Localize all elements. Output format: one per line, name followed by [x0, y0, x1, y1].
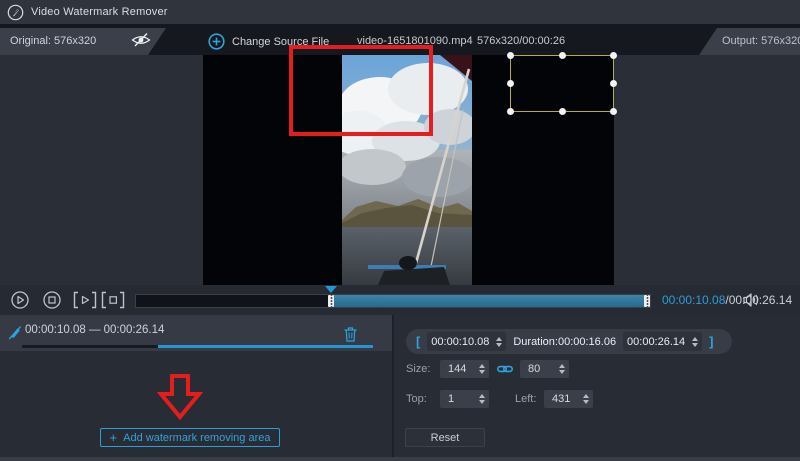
delete-segment-button[interactable] [344, 327, 357, 347]
time-display: 00:00:10.08 /00:00:26.14 [662, 285, 792, 315]
app-window: Video Watermark Remover Original: 576x32… [0, 0, 800, 461]
window-bottom-edge [0, 457, 800, 461]
spinner-up-icon[interactable] [479, 364, 485, 368]
titlebar: Video Watermark Remover [0, 0, 800, 24]
panel-divider [392, 315, 394, 461]
selection-handle[interactable] [559, 108, 566, 115]
left-spinner[interactable] [580, 394, 593, 404]
spinner-up-icon[interactable] [479, 394, 485, 398]
spinner-down-icon[interactable] [559, 370, 565, 374]
output-resolution-label: Output: 576x320 [722, 28, 800, 55]
spinner-up-icon[interactable] [496, 337, 502, 341]
selection-handle[interactable] [559, 52, 566, 59]
selection-handle[interactable] [507, 80, 514, 87]
size-height-field[interactable] [520, 360, 569, 378]
watermark-selection-box[interactable] [510, 55, 614, 112]
size-width-spinner[interactable] [476, 364, 489, 374]
top-label: Top: [406, 393, 440, 405]
watermark-pen-icon [8, 324, 22, 345]
volume-icon[interactable] [743, 292, 760, 313]
annotation-arrow-icon [152, 374, 208, 420]
size-height-input[interactable] [520, 361, 556, 378]
end-time-field[interactable] [623, 332, 702, 351]
segment-end-handle[interactable] [644, 295, 650, 307]
size-width-field[interactable] [440, 360, 489, 378]
playback-controls: 00:00:10.08 /00:00:26.14 [0, 285, 800, 315]
top-input[interactable] [440, 391, 476, 408]
original-resolution-label: Original: 576x320 [10, 28, 96, 55]
selection-handle[interactable] [610, 80, 617, 87]
app-title: Video Watermark Remover [31, 6, 168, 18]
current-time: 00:00:10.08 [662, 293, 725, 307]
play-button[interactable] [11, 291, 29, 314]
timeline-segment[interactable] [331, 295, 646, 307]
video-frame [342, 55, 472, 285]
add-watermark-area-label: Add watermark removing area [123, 432, 270, 444]
size-row: Size: [406, 360, 569, 378]
video-resolution-duration: 576x320/00:00:26 [477, 28, 565, 55]
left-field[interactable] [544, 390, 593, 408]
video-filename: video-1651801090.mp4 [357, 28, 473, 55]
app-logo-icon [7, 4, 24, 21]
segment-range-before [22, 345, 158, 348]
spinner-down-icon[interactable] [479, 400, 485, 404]
start-time-input[interactable] [427, 333, 493, 350]
spinner-down-icon[interactable] [692, 343, 698, 347]
spinner-down-icon[interactable] [496, 343, 502, 347]
position-row: Top: Left: [406, 390, 593, 408]
end-time-spinner[interactable] [689, 337, 702, 347]
duration-label: Duration:00:00:16.06 [513, 336, 616, 348]
spinner-up-icon[interactable] [692, 337, 698, 341]
plus-icon: + [110, 431, 118, 444]
segment-start-handle[interactable] [328, 295, 334, 307]
segment-time-range: 00:00:10.08 — 00:00:26.14 [25, 315, 164, 345]
selection-handle[interactable] [610, 52, 617, 59]
spinner-up-icon[interactable] [559, 364, 565, 368]
top-spinner[interactable] [476, 394, 489, 404]
segment-time-editor: [ Duration:00:00:16.06 ] [406, 329, 732, 354]
plus-circle-icon [208, 33, 225, 50]
segment-range-active [158, 345, 373, 348]
selection-handle[interactable] [507, 52, 514, 59]
top-field[interactable] [440, 390, 489, 408]
size-width-input[interactable] [440, 361, 476, 378]
link-dimensions-icon[interactable] [497, 364, 513, 374]
left-label: Left: [515, 393, 544, 405]
preview-play-button[interactable] [73, 291, 97, 314]
size-height-spinner[interactable] [556, 364, 569, 374]
timeline-track[interactable] [135, 294, 651, 308]
end-time-input[interactable] [623, 333, 689, 350]
start-time-field[interactable] [427, 332, 506, 351]
segment-start-bracket: [ [416, 334, 420, 349]
spinner-up-icon[interactable] [583, 394, 589, 398]
preview-stop-button[interactable] [101, 291, 125, 314]
selection-handle[interactable] [507, 108, 514, 115]
stop-button[interactable] [43, 291, 61, 314]
change-source-button[interactable]: Change Source File [208, 28, 329, 55]
spinner-down-icon[interactable] [479, 370, 485, 374]
playhead-marker[interactable] [325, 286, 337, 293]
add-watermark-area-button[interactable]: + Add watermark removing area [100, 428, 280, 447]
start-time-spinner[interactable] [493, 337, 506, 347]
eye-hidden-icon[interactable] [131, 32, 151, 48]
left-input[interactable] [544, 391, 580, 408]
segment-range-bar [22, 345, 373, 348]
reset-button[interactable]: Reset [405, 428, 485, 447]
bottom-panels: 00:00:10.08 — 00:00:26.14 + Add watermar [0, 315, 800, 461]
preview-area [0, 55, 800, 285]
size-label: Size: [406, 363, 440, 375]
change-source-label: Change Source File [232, 36, 329, 48]
segment-end-bracket: ] [709, 334, 713, 349]
spinner-down-icon[interactable] [583, 400, 589, 404]
watermark-segment-row[interactable]: 00:00:10.08 — 00:00:26.14 [0, 315, 392, 351]
selection-handle[interactable] [610, 108, 617, 115]
